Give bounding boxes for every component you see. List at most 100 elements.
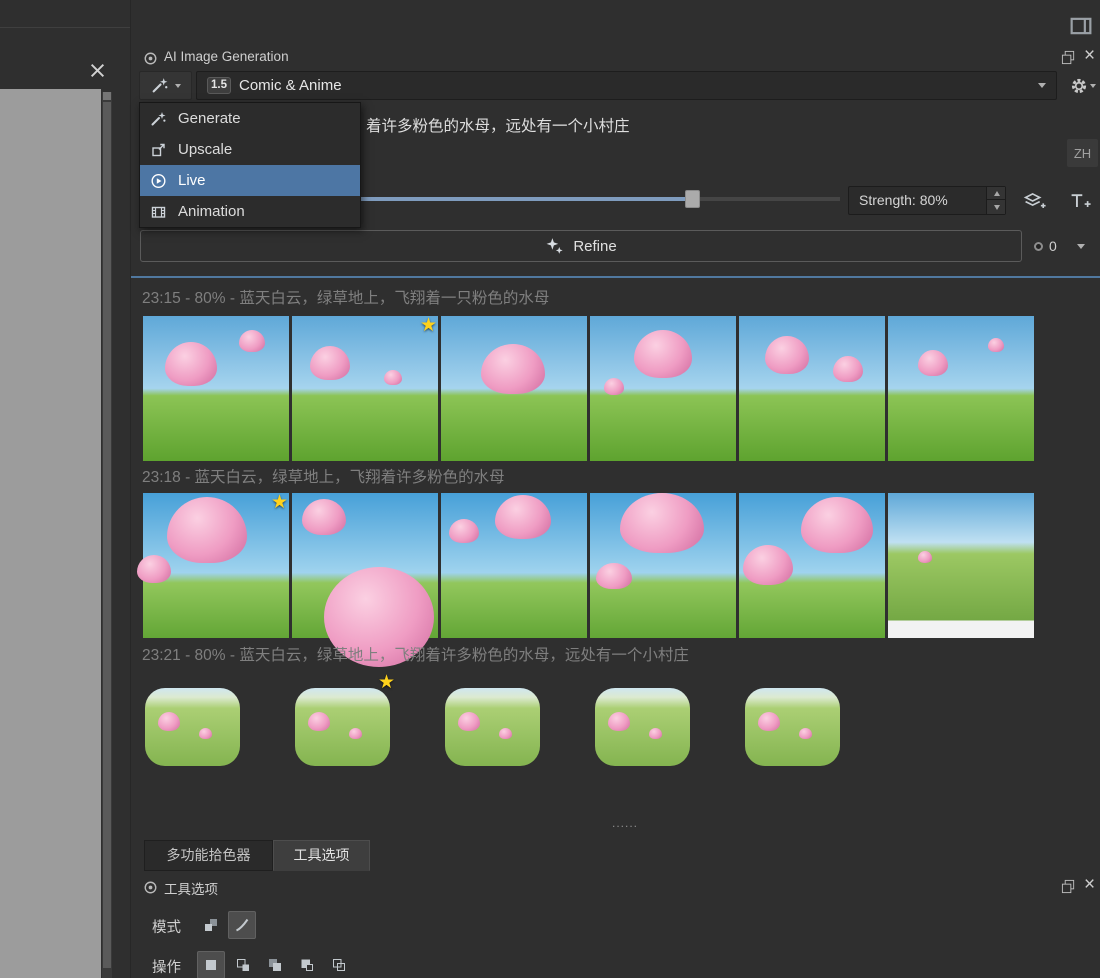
prompt-text[interactable]: 着许多粉色的水母，远处有一个小村庄 <box>366 114 630 136</box>
spin-down-button[interactable] <box>987 201 1006 214</box>
chevron-down-icon <box>1038 83 1046 88</box>
close-docker-button[interactable]: × <box>1084 46 1095 65</box>
docker-icon <box>143 51 158 66</box>
toolbar-divider <box>0 27 131 28</box>
thumbnail-grid: ★ <box>145 688 840 766</box>
wand-icon <box>150 111 167 127</box>
application-window: AI Image Generation × 1.5 Comic & Anime … <box>0 0 1100 978</box>
generated-image-thumbnail[interactable]: ★ <box>292 316 438 461</box>
float-icon <box>1061 879 1076 894</box>
generated-image-thumbnail[interactable] <box>888 316 1034 461</box>
menu-item-label: Generate <box>178 110 241 127</box>
more-indicator[interactable]: ...... <box>580 816 670 830</box>
selection-symmetric-difference-button[interactable] <box>325 951 353 978</box>
square-add-icon <box>235 957 251 973</box>
close-button[interactable] <box>86 61 108 83</box>
settings-button[interactable] <box>1066 71 1099 100</box>
docker-title: AI Image Generation <box>164 49 289 64</box>
refine-label: Refine <box>573 238 616 255</box>
scrollbar-button[interactable] <box>103 92 111 100</box>
wand-icon <box>151 77 169 94</box>
chevron-down-icon <box>1077 244 1085 249</box>
close-icon <box>89 62 106 79</box>
squares-outline-icon <box>331 957 347 973</box>
menu-item-upscale[interactable]: Upscale <box>140 134 360 165</box>
thumbnail-grid: ★ <box>143 316 1034 461</box>
history-section-header: 23:21 - 80% - 蓝天白云，绿草地上，飞翔着许多粉色的水母，远处有一个… <box>142 643 689 665</box>
style-version-badge: 1.5 <box>207 77 231 94</box>
float-icon <box>1061 50 1076 65</box>
language-badge[interactable]: ZH <box>1067 139 1098 167</box>
square-cut-icon <box>299 957 315 973</box>
float-docker-button[interactable] <box>1061 50 1076 68</box>
panel-divider <box>130 0 131 978</box>
spin-buttons <box>986 187 1005 214</box>
generated-image-thumbnail[interactable] <box>590 316 736 461</box>
generated-image-thumbnail[interactable] <box>143 316 289 461</box>
arrow-up-icon <box>994 191 1000 196</box>
mode-vector-button[interactable] <box>228 911 256 939</box>
queue-indicator[interactable]: 0 <box>1034 236 1098 256</box>
tab-tool-options[interactable]: 工具选项 <box>273 840 370 871</box>
tab-multi-color-picker[interactable]: 多功能拾色器 <box>144 840 273 871</box>
vertical-scrollbar[interactable] <box>102 92 112 978</box>
canvas-area[interactable] <box>0 89 101 978</box>
spin-up-button[interactable] <box>987 187 1006 200</box>
history-section-header: 23:18 - 蓝天白云，绿草地上，飞翔着许多粉色的水母 <box>142 465 505 487</box>
panel-splitter[interactable] <box>131 276 1100 278</box>
chevron-down-icon <box>175 84 181 88</box>
generated-image-thumbnail[interactable] <box>292 493 438 638</box>
apply-layers-button[interactable] <box>1017 186 1053 215</box>
action-label: 操作 <box>152 956 181 977</box>
menu-item-generate[interactable]: Generate <box>140 103 360 134</box>
favorite-star-icon: ★ <box>378 671 395 693</box>
docker-title: 工具选项 <box>164 878 218 898</box>
selection-add-button[interactable] <box>229 951 257 978</box>
generated-image-thumbnail[interactable]: ★ <box>143 493 289 638</box>
workspace-icon <box>1070 16 1092 36</box>
queue-count: 0 <box>1049 238 1057 254</box>
generated-image-thumbnail[interactable] <box>888 493 1034 638</box>
slider-handle[interactable] <box>685 190 700 208</box>
scrollbar-thumb[interactable] <box>103 102 111 968</box>
gear-icon <box>1070 77 1088 95</box>
favorite-star-icon: ★ <box>420 314 437 336</box>
mode-pixel-button[interactable] <box>197 911 225 939</box>
generated-image-thumbnail[interactable] <box>595 688 690 766</box>
mode-label: 模式 <box>152 916 181 937</box>
menu-item-label: Upscale <box>178 141 232 158</box>
curve-icon <box>234 917 250 933</box>
docker-icon <box>143 880 158 895</box>
generated-image-thumbnail[interactable] <box>441 316 587 461</box>
style-select-value: Comic & Anime <box>239 77 1030 94</box>
workspace-chooser-button[interactable] <box>1068 15 1094 39</box>
float-docker-button[interactable] <box>1061 879 1076 897</box>
history-section-header: 23:15 - 80% - 蓝天白云，绿草地上，飞翔着一只粉色的水母 <box>142 286 549 308</box>
arrow-down-icon <box>994 205 1000 210</box>
menu-item-label: Animation <box>178 203 245 220</box>
layers-plus-icon <box>1023 191 1047 211</box>
sparkles-icon <box>545 237 564 255</box>
queue-dot-icon <box>1034 242 1043 251</box>
generated-image-thumbnail[interactable] <box>441 493 587 638</box>
generated-image-thumbnail[interactable] <box>145 688 240 766</box>
squares-overlap-icon <box>267 957 283 973</box>
refine-button[interactable]: Refine <box>140 230 1022 262</box>
menu-item-live[interactable]: Live <box>140 165 360 196</box>
generated-image-thumbnail[interactable] <box>445 688 540 766</box>
generated-image-thumbnail[interactable] <box>590 493 736 638</box>
strength-spinbox[interactable]: Strength: 80% <box>848 186 1006 215</box>
insert-text-button[interactable] <box>1061 186 1099 215</box>
generated-image-thumbnail[interactable] <box>739 316 885 461</box>
generated-image-thumbnail[interactable] <box>745 688 840 766</box>
generated-image-thumbnail[interactable] <box>739 493 885 638</box>
style-select[interactable]: 1.5 Comic & Anime <box>196 71 1057 100</box>
selection-replace-button[interactable] <box>197 951 225 978</box>
generation-mode-split-button[interactable] <box>139 71 192 100</box>
strength-value: Strength: 80% <box>859 187 948 214</box>
generated-image-thumbnail[interactable]: ★ <box>295 688 390 766</box>
menu-item-animation[interactable]: Animation <box>140 196 360 227</box>
selection-subtract-button[interactable] <box>261 951 289 978</box>
close-docker-button[interactable]: × <box>1084 875 1095 894</box>
selection-intersect-button[interactable] <box>293 951 321 978</box>
